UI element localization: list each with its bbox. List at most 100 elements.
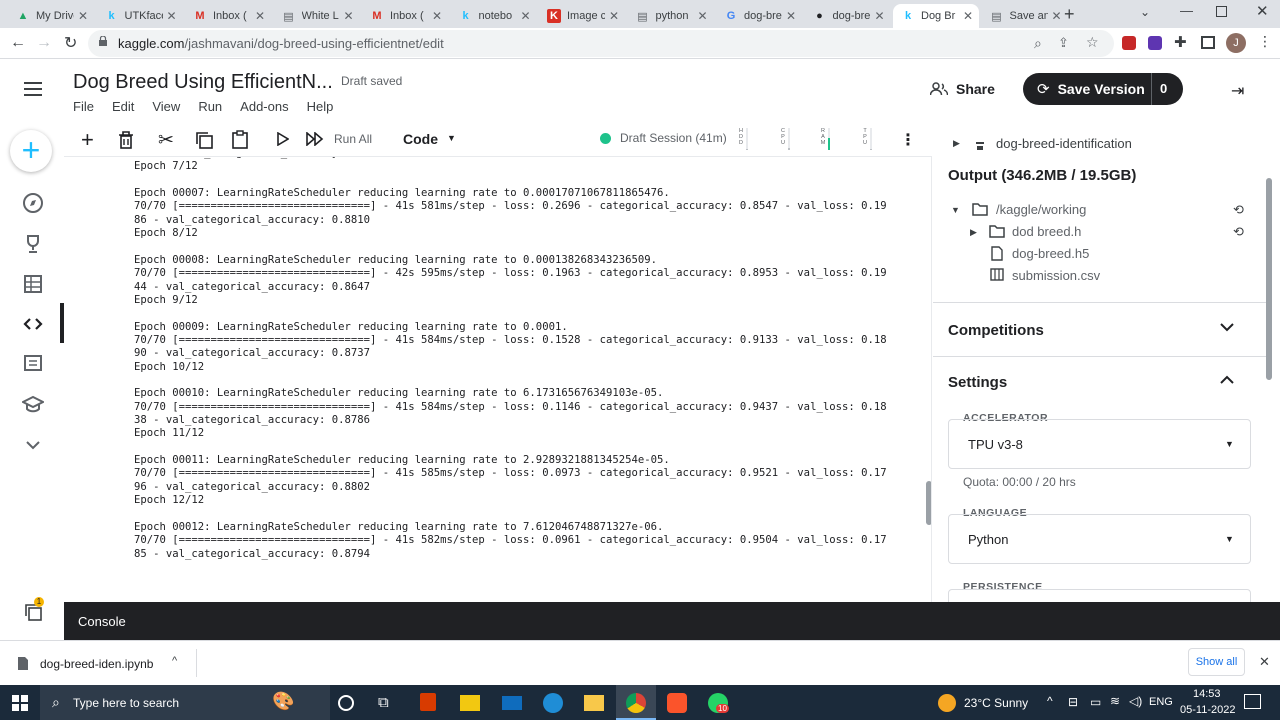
menu-item[interactable]: Add-ons [240,99,288,114]
tab-close-icon[interactable]: ✕ [609,9,619,23]
notebook-title[interactable]: Dog Breed Using EfficientN... [73,71,333,94]
tab-close-icon[interactable]: ✕ [1051,9,1061,23]
task-view-icon[interactable]: ⧉ [378,694,398,714]
cortana-icon[interactable] [338,695,354,711]
browser-tab[interactable]: M Inbox (✕ [185,4,271,28]
menu-item[interactable]: View [152,99,180,114]
notifications-icon[interactable] [1244,694,1261,709]
menu-item[interactable]: Run [198,99,222,114]
menu-item[interactable]: Edit [112,99,134,114]
console-bar[interactable]: Console [64,602,1280,640]
refresh-sync-icon-2[interactable]: ⟲ [1233,224,1244,240]
tab-close-icon[interactable]: ✕ [786,9,796,23]
tab-close-icon[interactable]: ✕ [520,9,530,23]
tree-item-working[interactable]: /kaggle/working [996,202,1086,217]
refresh-sync-icon[interactable]: ⟲ [1233,202,1244,218]
taskbar-search-box[interactable]: ⌕ Type here to search 🎨 [40,685,330,720]
chevron-up-icon[interactable] [1220,375,1234,385]
copy-icon[interactable] [195,131,213,149]
menu-item[interactable]: File [73,99,94,114]
discussions-icon[interactable] [22,353,44,375]
address-bar[interactable]: kaggle.com/jashmavani/dog-breed-using-ef… [88,30,1114,57]
close-window-button[interactable]: ✕ [1256,2,1269,20]
reload-icon[interactable]: ↻ [64,33,77,53]
settings-header[interactable]: Settings [948,374,1007,391]
browser-tab[interactable]: ▤ python ✕ [628,4,714,28]
browser-tab[interactable]: ▲ My Drive ✕ [8,4,94,28]
persistence-select[interactable] [948,589,1251,602]
cut-scissors-icon[interactable]: ✂ [158,129,174,152]
competitions-trophy-icon[interactable] [22,233,44,255]
profile-avatar[interactable]: J [1226,33,1246,53]
add-cell-icon[interactable]: + [81,127,94,153]
mail-icon[interactable] [502,696,522,710]
resource-meter[interactable]: RAM [820,128,830,150]
brave-icon[interactable] [667,693,687,713]
more-chevron-down-icon[interactable] [22,434,44,456]
hamburger-menu-icon[interactable] [24,82,42,96]
resource-meter[interactable]: CPU [780,128,790,150]
language-select[interactable]: Python ▼ [948,514,1251,564]
run-all-label[interactable]: Run All [334,132,372,146]
paste-clipboard-icon[interactable] [232,130,248,149]
tab-close-icon[interactable]: ✕ [697,9,707,23]
minimize-button[interactable]: — [1180,3,1193,18]
datasets-table-icon[interactable] [22,273,44,295]
show-all-button[interactable]: Show all [1188,648,1245,676]
run-all-icon[interactable] [306,132,324,146]
browser-tab[interactable]: k Dog Br ✕ [893,4,979,28]
browser-tab[interactable]: ▤ Save an ✕ [982,4,1068,28]
folder-collapsed-caret-icon[interactable]: ▶ [970,227,977,238]
file-explorer-icon[interactable] [584,695,604,711]
tray-network-icon[interactable]: ⊟ [1068,695,1078,709]
share-button[interactable]: Share [930,81,995,97]
close-downloads-icon[interactable]: ✕ [1259,654,1270,670]
browser-menu-icon[interactable]: ⋮ [1258,33,1272,50]
download-file-name[interactable]: dog-breed-iden.ipynb [40,657,153,671]
tab-close-icon[interactable]: ✕ [874,9,884,23]
sidebar-scrollbar[interactable] [1266,178,1272,380]
extension-download-icon[interactable] [1148,36,1162,50]
collapse-panel-icon[interactable]: ⇥ [1231,81,1244,101]
folder-expanded-caret-icon[interactable]: ▼ [951,205,960,215]
zoom-icon[interactable]: ⌕ [1034,35,1042,52]
taskbar-chrome-active[interactable] [616,685,656,720]
browser-tab[interactable]: k notebo ✕ [451,4,537,28]
output-scrollbar[interactable] [926,481,931,525]
cell-type-caret-icon[interactable]: ▼ [447,133,456,143]
weather-text[interactable]: 23°C Sunny [964,696,1028,710]
cell-type-select[interactable]: Code [403,131,438,147]
edge-icon[interactable] [543,693,563,713]
chevron-down-icon[interactable] [1220,322,1234,332]
extension-red-icon[interactable] [1122,36,1136,50]
side-panel-icon[interactable] [1201,36,1215,49]
menu-item[interactable]: Help [307,99,334,114]
tab-close-icon[interactable]: ✕ [432,9,442,23]
weather-sun-icon[interactable] [938,694,956,712]
run-play-icon[interactable] [277,132,289,146]
new-tab-button[interactable]: + [1064,4,1075,25]
code-brackets-icon[interactable] [22,313,44,335]
expand-caret-icon[interactable]: ▶ [953,138,960,149]
bookmark-star-icon[interactable]: ☆ [1086,34,1099,51]
tab-close-icon[interactable]: ✕ [255,9,265,23]
tab-close-icon[interactable]: ✕ [963,9,973,23]
tab-close-icon[interactable]: ✕ [78,9,88,23]
wifi-icon[interactable]: ≋ [1110,694,1120,708]
forward-arrow-icon[interactable]: → [36,34,52,52]
delete-trash-icon[interactable] [118,131,134,149]
input-language[interactable]: ENG [1149,696,1173,708]
clock-date[interactable]: 05-11-2022 [1180,704,1235,716]
input-dataset-name[interactable]: dog-breed-identification [996,136,1132,151]
learn-school-icon[interactable] [22,394,44,416]
save-version-button[interactable]: ⟳ Save Version 0 [1023,73,1183,105]
tree-item-h5[interactable]: dog-breed.h5 [1012,246,1089,261]
tab-search-icon[interactable]: ⌄ [1140,5,1150,19]
tree-item-folder[interactable]: dod breed.h [1012,224,1081,239]
create-plus-icon[interactable]: + [10,130,52,172]
store-icon[interactable] [460,695,480,711]
explore-compass-icon[interactable] [22,192,44,214]
office-icon[interactable] [420,693,436,711]
windows-start-icon[interactable] [12,695,28,711]
tab-close-icon[interactable]: ✕ [166,9,176,23]
